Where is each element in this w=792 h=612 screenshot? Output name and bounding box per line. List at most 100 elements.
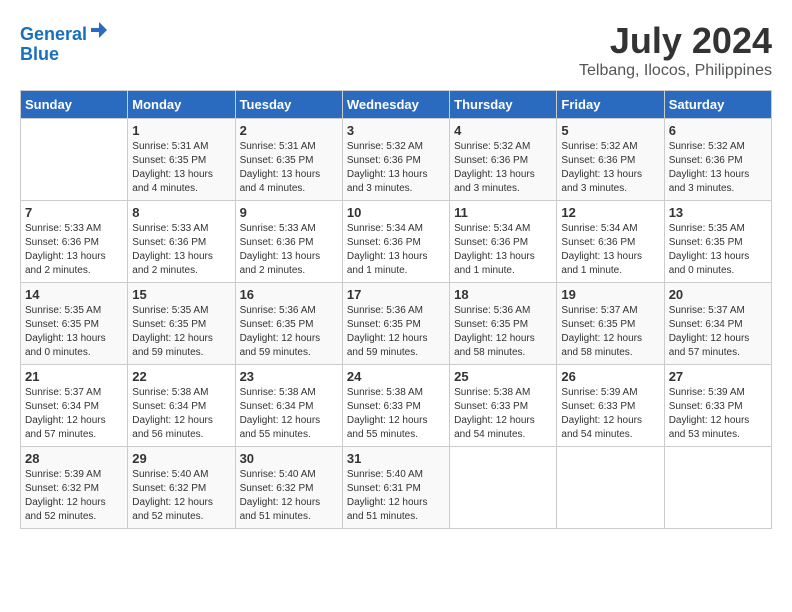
day-number: 17 xyxy=(347,287,445,302)
day-number: 31 xyxy=(347,451,445,466)
day-number: 14 xyxy=(25,287,123,302)
day-cell: 23Sunrise: 5:38 AM Sunset: 6:34 PM Dayli… xyxy=(235,365,342,447)
logo: General Blue xyxy=(20,20,109,65)
col-header-thursday: Thursday xyxy=(450,91,557,119)
day-number: 28 xyxy=(25,451,123,466)
day-info: Sunrise: 5:35 AM Sunset: 6:35 PM Dayligh… xyxy=(669,222,767,278)
day-cell: 24Sunrise: 5:38 AM Sunset: 6:33 PM Dayli… xyxy=(342,365,449,447)
day-info: Sunrise: 5:31 AM Sunset: 6:35 PM Dayligh… xyxy=(132,140,230,196)
day-number: 6 xyxy=(669,123,767,138)
day-info: Sunrise: 5:38 AM Sunset: 6:34 PM Dayligh… xyxy=(240,386,338,442)
day-cell: 5 Sunrise: 5:32 AM Sunset: 6:36 PM Daylig… xyxy=(557,119,664,201)
day-cell: 30 Sunrise: 5:40 AM Sunset: 6:32 PM Dayli… xyxy=(235,447,342,529)
day-info: Sunrise: 5:37 AM Sunset: 6:34 PM Dayligh… xyxy=(669,304,767,360)
day-cell: 26 Sunrise: 5:39 AM Sunset: 6:33 PM Dayli… xyxy=(557,365,664,447)
day-info: Sunrise: 5:32 AM Sunset: 6:36 PM Dayligh… xyxy=(561,140,659,196)
day-cell: 31 Sunrise: 5:40 AM Sunset: 6:31 PM Dayli… xyxy=(342,447,449,529)
day-number: 1 xyxy=(132,123,230,138)
col-header-tuesday: Tuesday xyxy=(235,91,342,119)
day-info: Sunrise: 5:37 AM Sunset: 6:34 PM Dayligh… xyxy=(25,386,123,442)
day-cell xyxy=(450,447,557,529)
day-cell: 19Sunrise: 5:37 AM Sunset: 6:35 PM Dayli… xyxy=(557,283,664,365)
day-number: 11 xyxy=(454,205,552,220)
day-cell xyxy=(557,447,664,529)
day-info: Sunrise: 5:32 AM Sunset: 6:36 PM Dayligh… xyxy=(454,140,552,196)
day-cell: 12 Sunrise: 5:34 AM Sunset: 6:36 PM Dayli… xyxy=(557,201,664,283)
day-number: 27 xyxy=(669,369,767,384)
col-header-sunday: Sunday xyxy=(21,91,128,119)
page-header: General Blue July 2024 Telbang, Ilocos, … xyxy=(20,20,772,80)
col-header-monday: Monday xyxy=(128,91,235,119)
day-info: Sunrise: 5:31 AM Sunset: 6:35 PM Dayligh… xyxy=(240,140,338,196)
day-info: Sunrise: 5:39 AM Sunset: 6:32 PM Dayligh… xyxy=(25,468,123,524)
day-info: Sunrise: 5:33 AM Sunset: 6:36 PM Dayligh… xyxy=(132,222,230,278)
day-cell: 27 Sunrise: 5:39 AM Sunset: 6:33 PM Dayli… xyxy=(664,365,771,447)
day-number: 19 xyxy=(561,287,659,302)
day-cell: 11 Sunrise: 5:34 AM Sunset: 6:36 PM Dayli… xyxy=(450,201,557,283)
day-cell: 29 Sunrise: 5:40 AM Sunset: 6:32 PM Dayli… xyxy=(128,447,235,529)
day-info: Sunrise: 5:32 AM Sunset: 6:36 PM Dayligh… xyxy=(669,140,767,196)
day-cell: 8Sunrise: 5:33 AM Sunset: 6:36 PM Daylig… xyxy=(128,201,235,283)
day-number: 12 xyxy=(561,205,659,220)
week-row-3: 14 Sunrise: 5:35 AM Sunset: 6:35 PM Dayli… xyxy=(21,283,772,365)
day-info: Sunrise: 5:33 AM Sunset: 6:36 PM Dayligh… xyxy=(240,222,338,278)
day-number: 5 xyxy=(561,123,659,138)
day-info: Sunrise: 5:40 AM Sunset: 6:32 PM Dayligh… xyxy=(132,468,230,524)
day-info: Sunrise: 5:36 AM Sunset: 6:35 PM Dayligh… xyxy=(347,304,445,360)
day-info: Sunrise: 5:39 AM Sunset: 6:33 PM Dayligh… xyxy=(561,386,659,442)
day-cell: 13 Sunrise: 5:35 AM Sunset: 6:35 PM Dayli… xyxy=(664,201,771,283)
week-row-1: 1 Sunrise: 5:31 AM Sunset: 6:35 PM Daylig… xyxy=(21,119,772,201)
day-number: 3 xyxy=(347,123,445,138)
day-info: Sunrise: 5:36 AM Sunset: 6:35 PM Dayligh… xyxy=(240,304,338,360)
day-cell: 18Sunrise: 5:36 AM Sunset: 6:35 PM Dayli… xyxy=(450,283,557,365)
day-number: 10 xyxy=(347,205,445,220)
col-header-saturday: Saturday xyxy=(664,91,771,119)
week-row-4: 21Sunrise: 5:37 AM Sunset: 6:34 PM Dayli… xyxy=(21,365,772,447)
day-cell: 3 Sunrise: 5:32 AM Sunset: 6:36 PM Daylig… xyxy=(342,119,449,201)
day-number: 7 xyxy=(25,205,123,220)
day-cell: 17 Sunrise: 5:36 AM Sunset: 6:35 PM Dayli… xyxy=(342,283,449,365)
day-number: 13 xyxy=(669,205,767,220)
col-header-friday: Friday xyxy=(557,91,664,119)
day-cell: 10Sunrise: 5:34 AM Sunset: 6:36 PM Dayli… xyxy=(342,201,449,283)
day-number: 18 xyxy=(454,287,552,302)
day-cell: 21Sunrise: 5:37 AM Sunset: 6:34 PM Dayli… xyxy=(21,365,128,447)
day-number: 29 xyxy=(132,451,230,466)
calendar-table: SundayMondayTuesdayWednesdayThursdayFrid… xyxy=(20,90,772,529)
day-info: Sunrise: 5:40 AM Sunset: 6:31 PM Dayligh… xyxy=(347,468,445,524)
day-cell: 28 Sunrise: 5:39 AM Sunset: 6:32 PM Dayli… xyxy=(21,447,128,529)
day-cell: 22 Sunrise: 5:38 AM Sunset: 6:34 PM Dayli… xyxy=(128,365,235,447)
week-row-2: 7 Sunrise: 5:33 AM Sunset: 6:36 PM Daylig… xyxy=(21,201,772,283)
day-number: 20 xyxy=(669,287,767,302)
sub-title: Telbang, Ilocos, Philippines xyxy=(579,62,772,80)
day-info: Sunrise: 5:34 AM Sunset: 6:36 PM Dayligh… xyxy=(561,222,659,278)
day-info: Sunrise: 5:38 AM Sunset: 6:34 PM Dayligh… xyxy=(132,386,230,442)
day-number: 26 xyxy=(561,369,659,384)
day-info: Sunrise: 5:35 AM Sunset: 6:35 PM Dayligh… xyxy=(132,304,230,360)
day-cell: 9 Sunrise: 5:33 AM Sunset: 6:36 PM Daylig… xyxy=(235,201,342,283)
title-area: July 2024 Telbang, Ilocos, Philippines xyxy=(579,20,772,80)
day-number: 16 xyxy=(240,287,338,302)
day-info: Sunrise: 5:33 AM Sunset: 6:36 PM Dayligh… xyxy=(25,222,123,278)
day-number: 22 xyxy=(132,369,230,384)
day-cell xyxy=(21,119,128,201)
day-cell: 7 Sunrise: 5:33 AM Sunset: 6:36 PM Daylig… xyxy=(21,201,128,283)
day-info: Sunrise: 5:32 AM Sunset: 6:36 PM Dayligh… xyxy=(347,140,445,196)
day-cell: 2Sunrise: 5:31 AM Sunset: 6:35 PM Daylig… xyxy=(235,119,342,201)
day-cell: 20 Sunrise: 5:37 AM Sunset: 6:34 PM Dayli… xyxy=(664,283,771,365)
day-number: 24 xyxy=(347,369,445,384)
day-info: Sunrise: 5:35 AM Sunset: 6:35 PM Dayligh… xyxy=(25,304,123,360)
day-cell: 4Sunrise: 5:32 AM Sunset: 6:36 PM Daylig… xyxy=(450,119,557,201)
day-number: 9 xyxy=(240,205,338,220)
day-cell: 1 Sunrise: 5:31 AM Sunset: 6:35 PM Daylig… xyxy=(128,119,235,201)
day-number: 25 xyxy=(454,369,552,384)
logo-text: General Blue xyxy=(20,20,109,65)
day-info: Sunrise: 5:39 AM Sunset: 6:33 PM Dayligh… xyxy=(669,386,767,442)
day-number: 15 xyxy=(132,287,230,302)
day-number: 30 xyxy=(240,451,338,466)
day-info: Sunrise: 5:34 AM Sunset: 6:36 PM Dayligh… xyxy=(454,222,552,278)
day-info: Sunrise: 5:40 AM Sunset: 6:32 PM Dayligh… xyxy=(240,468,338,524)
col-header-wednesday: Wednesday xyxy=(342,91,449,119)
main-title: July 2024 xyxy=(579,20,772,62)
day-cell: 6 Sunrise: 5:32 AM Sunset: 6:36 PM Daylig… xyxy=(664,119,771,201)
